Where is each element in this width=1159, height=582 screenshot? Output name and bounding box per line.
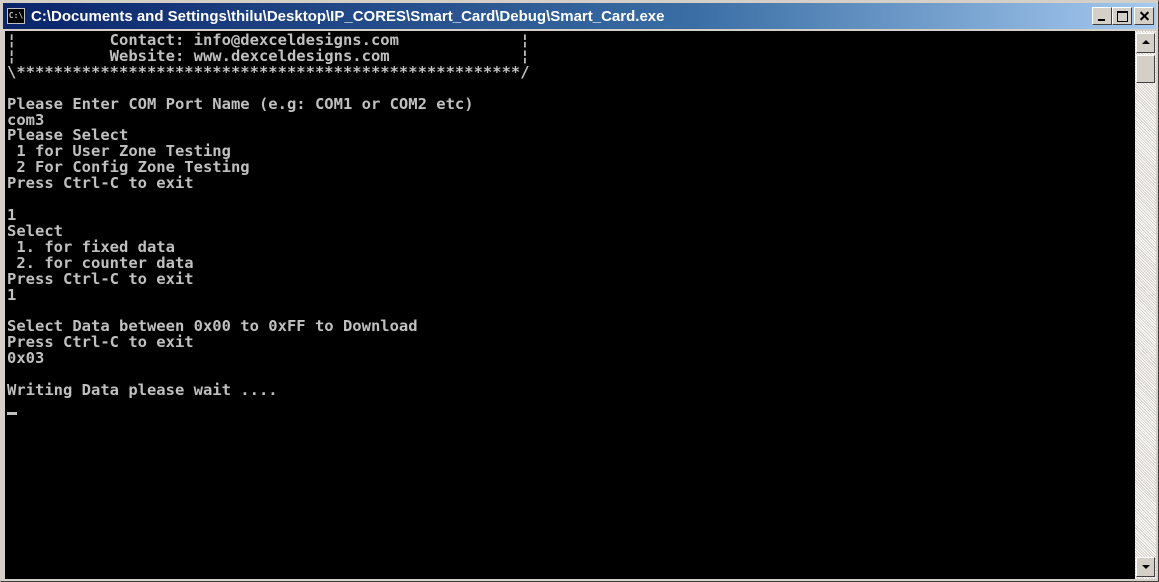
console-line: 1: [7, 285, 17, 304]
console-line: Press Ctrl-C to exit: [7, 174, 194, 193]
arrow-up-icon: [1142, 40, 1150, 44]
scroll-up-button[interactable]: [1136, 33, 1155, 53]
console-line: Please Enter COM Port Name (e.g: COM1 or…: [7, 94, 474, 113]
scroll-down-button[interactable]: [1136, 557, 1155, 577]
minimize-icon: [1093, 8, 1111, 24]
console-line: Writing Data please wait ....: [7, 380, 278, 399]
maximize-icon: [1113, 8, 1131, 24]
scrollbar-thumb[interactable]: [1136, 55, 1155, 83]
console-output[interactable]: ¦ Contact: info@dexceldesigns.com ¦ ¦ We…: [5, 31, 1135, 579]
close-icon: [1135, 8, 1153, 24]
console-window: C:\ C:\Documents and Settings\thilu\Desk…: [0, 0, 1159, 582]
console-icon[interactable]: C:\: [7, 8, 25, 24]
window-controls: [1092, 7, 1154, 25]
console-line: 0x03: [7, 349, 45, 368]
arrow-down-icon: [1142, 565, 1150, 569]
close-button[interactable]: [1134, 7, 1154, 25]
console-line: Press Ctrl-C to exit: [7, 269, 194, 288]
title-bar[interactable]: C:\ C:\Documents and Settings\thilu\Desk…: [3, 3, 1156, 29]
vertical-scrollbar[interactable]: [1135, 31, 1156, 579]
text-cursor: [7, 411, 17, 415]
console-line: \***************************************…: [7, 62, 530, 81]
console-text: ¦ Contact: info@dexceldesigns.com ¦ ¦ We…: [5, 31, 1135, 415]
minimize-button[interactable]: [1092, 7, 1112, 25]
maximize-button[interactable]: [1112, 7, 1132, 25]
window-title: C:\Documents and Settings\thilu\Desktop\…: [31, 7, 665, 25]
